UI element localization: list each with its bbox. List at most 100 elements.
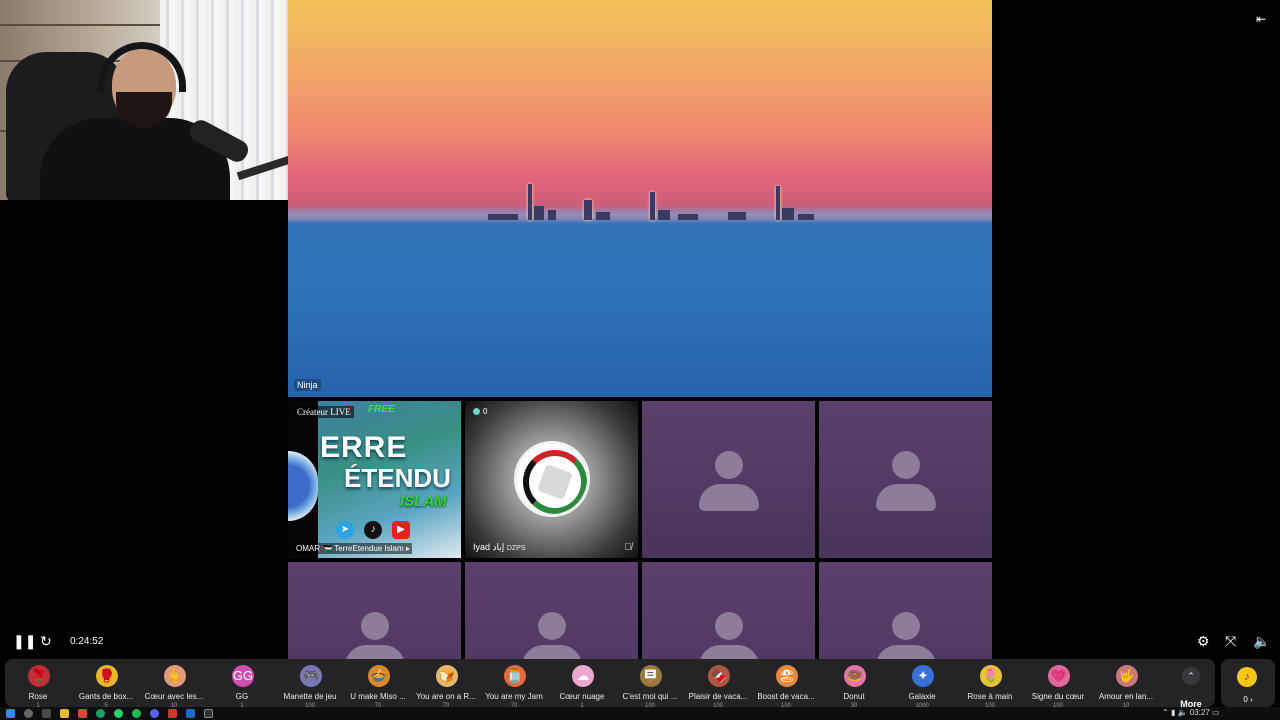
gift-label: Amour en lan...: [1098, 692, 1154, 701]
guest-score: 0: [483, 407, 488, 416]
discord-icon[interactable]: [150, 709, 159, 718]
streamer-webcam: [0, 0, 316, 200]
love-hand-icon: 🤟: [1116, 665, 1138, 687]
main-stage-video[interactable]: Ninja: [288, 0, 992, 397]
system-tray: ⌃ ▮ 🔈 03:27 ▭: [1162, 708, 1220, 717]
viewer-count-icon: [473, 408, 480, 415]
gift-item[interactable]: 💗 Signe du cœur 100: [1027, 663, 1089, 709]
telegram-icon: ➤: [336, 521, 354, 539]
collapse-panel-icon[interactable]: ⇤: [1256, 12, 1266, 26]
gift-label: GG: [235, 692, 249, 701]
finger-heart-icon: 🫰: [164, 665, 186, 687]
jam-jar-icon: 🫙: [504, 665, 526, 687]
live-stream-viewer: Ninja E FREE ERRE ÉTENDU ISLAM ➤ ♪ ▶ Cré…: [0, 0, 1280, 720]
gift-label: Gants de box...: [78, 692, 134, 701]
gift-label: U make Miso ...: [350, 692, 406, 701]
gift-label: C'est moi qui ...: [622, 692, 678, 701]
gift-item[interactable]: 🍞 You are on a R... 70: [415, 663, 477, 709]
gift-item[interactable]: 🥊 Gants de box... 5: [75, 663, 137, 709]
task-view-icon[interactable]: [42, 709, 51, 718]
empty-guest-slot[interactable]: [642, 401, 815, 558]
guest-tile-omar[interactable]: E FREE ERRE ÉTENDU ISLAM ➤ ♪ ▶ Créateur …: [288, 401, 461, 558]
gamepad-icon: 🎮: [300, 665, 322, 687]
network-icon[interactable]: ▮: [1171, 708, 1175, 717]
gift-item[interactable]: ✦ Galaxie 1000: [891, 663, 953, 709]
hand-rose-icon: 🌷: [980, 665, 1002, 687]
search-icon[interactable]: [24, 709, 33, 718]
cover-title-line1: ERRE: [320, 431, 408, 464]
start-icon[interactable]: [6, 709, 15, 718]
pause-icon[interactable]: ❚❚: [13, 633, 36, 650]
palestine-emblem-avatar: [513, 441, 590, 517]
guest-name-omar: OMAR 🇵🇸 TerreEtendue Islam ▸: [294, 543, 412, 554]
miso-bowl-icon: 🍲: [368, 665, 390, 687]
rose-icon: 🌹: [28, 665, 50, 687]
guest-name-arabic: إياد: [492, 542, 505, 552]
notification-icon[interactable]: ▭: [1212, 708, 1220, 717]
gift-item[interactable]: 🎮 Manette de jeu 100: [279, 663, 341, 709]
gift-label: Signe du cœur: [1031, 692, 1085, 701]
chocolate-icon: 🍫: [708, 665, 730, 687]
heart-sign-icon: 💗: [1048, 665, 1070, 687]
tiktok-icon: ♪: [364, 521, 382, 539]
guest-name-latin: Iyad: [473, 542, 491, 552]
gift-item[interactable]: 🤟 Amour en lan... 10: [1095, 663, 1157, 709]
whatsapp-icon[interactable]: [114, 709, 123, 718]
guest-name-iyad: Iyad إياد DZPS: [473, 542, 525, 553]
boxing-glove-icon: 🥊: [96, 665, 118, 687]
coin-balance-button[interactable]: ♪ 0 ›: [1221, 659, 1275, 707]
app-icon[interactable]: [168, 709, 177, 718]
donut-icon: 🍩: [844, 665, 866, 687]
obs-icon[interactable]: [204, 709, 213, 718]
refresh-icon[interactable]: ↻: [40, 633, 52, 650]
free-label: FREE: [368, 404, 395, 415]
gift-item[interactable]: 🍩 Donut 30: [823, 663, 885, 709]
chevron-up-icon[interactable]: ⌃: [1162, 708, 1169, 717]
gift-item[interactable]: 🫙 You are my Jam 70: [483, 663, 545, 709]
app-icon[interactable]: [78, 709, 87, 718]
gift-label: Plaisir de vaca...: [688, 692, 748, 701]
file-explorer-icon[interactable]: [60, 709, 69, 718]
empty-guest-slot[interactable]: [819, 401, 992, 558]
gift-item[interactable]: GG GG 1: [211, 663, 273, 709]
coin-balance: 0 ›: [1243, 695, 1253, 704]
gift-label: You are on a R...: [416, 692, 476, 701]
gg-icon: GG: [232, 665, 254, 687]
gift-label: Rose à main: [967, 692, 1013, 701]
gift-item[interactable]: 🌹 Rose 1: [7, 663, 69, 709]
gift-label: Boost de vaca...: [757, 692, 815, 701]
gift-item[interactable]: 🍲 U make Miso ... 70: [347, 663, 409, 709]
gift-label: Manette de jeu: [283, 692, 337, 701]
placeholder-avatar-icon: [875, 451, 937, 511]
gift-label: Donut: [843, 692, 865, 701]
gift-item[interactable]: 🌷 Rose à main 100: [959, 663, 1021, 709]
gift-bar: 🌹 Rose 1 🥊 Gants de box... 5 🫰 Cœur avec les...…: [5, 659, 1215, 709]
volume-icon[interactable]: 🔈: [1253, 633, 1270, 650]
taskbar-clock[interactable]: 03:27: [1190, 708, 1210, 717]
elapsed-time: 0:24:52: [70, 636, 104, 647]
youtube-icon: ▶: [392, 521, 410, 539]
volume-icon[interactable]: 🔈: [1178, 708, 1188, 717]
steam-icon[interactable]: [186, 709, 195, 718]
gift-item[interactable]: 🪧 C'est moi qui ... 100: [619, 663, 681, 709]
more-gifts-button[interactable]: ⌃ More: [1173, 663, 1209, 709]
beach-ball-icon: 🏖: [776, 665, 798, 687]
guest-tile-iyad[interactable]: 0 Iyad إياد DZPS 🎙̸: [465, 401, 638, 558]
chevron-up-icon: ⌃: [1182, 667, 1200, 685]
browser-icon[interactable]: [96, 709, 105, 718]
settings-gear-icon[interactable]: ⚙: [1197, 633, 1210, 650]
gift-label: Galaxie: [908, 692, 936, 701]
gift-label: Rose: [28, 692, 48, 701]
gift-item[interactable]: ☁ Cœur nuage 1: [551, 663, 613, 709]
host-name-label: Ninja: [294, 379, 321, 391]
cover-title-line3: ISLAM: [400, 493, 447, 510]
spotify-icon[interactable]: [132, 709, 141, 718]
sign-icon: 🪧: [640, 665, 662, 687]
gift-label: Cœur avec les...: [144, 692, 204, 701]
toast-icon: 🍞: [436, 665, 458, 687]
gift-item[interactable]: 🫰 Cœur avec les... 10: [143, 663, 205, 709]
gift-item[interactable]: 🍫 Plaisir de vaca... 100: [687, 663, 749, 709]
gift-item[interactable]: 🏖 Boost de vaca... 100: [755, 663, 817, 709]
exit-fullscreen-icon[interactable]: ⤧: [1225, 633, 1236, 650]
cover-title-line2: ÉTENDU: [344, 463, 451, 493]
